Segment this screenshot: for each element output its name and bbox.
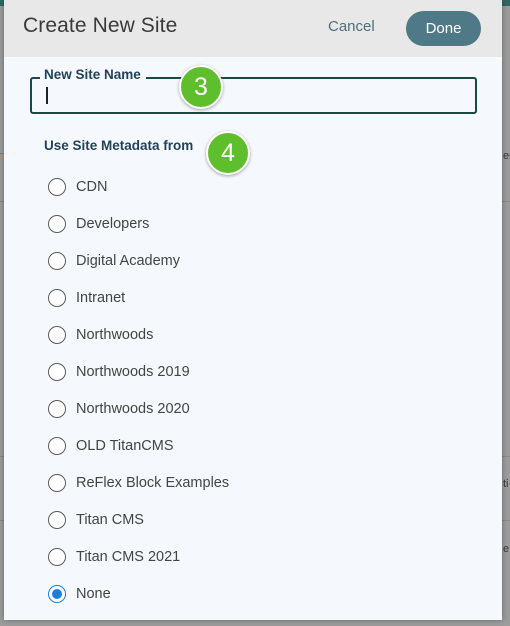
metadata-option[interactable]: Titan CMS [48, 501, 229, 538]
metadata-option[interactable]: OLD TitanCMS [48, 427, 229, 464]
radio-label: Intranet [76, 289, 126, 306]
metadata-option[interactable]: Northwoods [48, 316, 229, 353]
radio-label: Developers [76, 215, 150, 232]
dialog-title: Create New Site [23, 14, 178, 37]
radio-label: Northwoods [76, 326, 154, 343]
radio-label: Digital Academy [76, 252, 180, 269]
radio-button[interactable] [48, 251, 66, 270]
radio-button[interactable] [48, 288, 66, 307]
done-button[interactable]: Done [406, 11, 481, 46]
site-name-input[interactable] [34, 81, 480, 108]
background-text-fragment: ti [503, 478, 509, 490]
step-badge: 3 [179, 65, 223, 109]
background-accent-mark [0, 153, 3, 154]
cancel-button[interactable]: Cancel [328, 18, 375, 35]
radio-label: OLD TitanCMS [76, 437, 174, 454]
radio-label: Titan CMS [76, 511, 144, 528]
background-text-fragment: e [503, 543, 510, 555]
create-site-dialog: Create New Site Cancel Done New Site Nam… [4, 0, 502, 620]
text-cursor [46, 87, 48, 104]
radio-button[interactable] [48, 214, 66, 233]
metadata-source-radio-group: CDN Developers Digital Academy Intranet Nort… [48, 168, 229, 612]
radio-label: Northwoods 2020 [76, 400, 190, 417]
radio-label: ReFlex Block Examples [76, 474, 230, 491]
radio-label: Northwoods 2019 [76, 363, 190, 380]
radio-button[interactable] [48, 510, 66, 529]
metadata-option[interactable]: Northwoods 2020 [48, 390, 229, 427]
radio-button[interactable] [48, 325, 66, 344]
metadata-source-label: Use Site Metadata from [44, 138, 194, 153]
metadata-option[interactable]: Digital Academy [48, 242, 229, 279]
site-name-label: New Site Name [40, 67, 146, 82]
radio-label: None [76, 585, 111, 602]
metadata-option[interactable]: ReFlex Block Examples [48, 464, 229, 501]
radio-button[interactable] [48, 399, 66, 418]
radio-button[interactable] [48, 436, 66, 455]
metadata-option[interactable]: Northwoods 2019 [48, 353, 229, 390]
radio-button[interactable] [48, 473, 66, 492]
radio-button[interactable] [48, 547, 66, 566]
radio-button[interactable] [48, 362, 66, 381]
radio-label: Titan CMS 2021 [76, 548, 181, 565]
metadata-option[interactable]: Intranet [48, 279, 229, 316]
dialog-header: Create New Site Cancel Done [4, 0, 502, 57]
radio-label: CDN [76, 178, 108, 195]
radio-button[interactable] [48, 584, 66, 603]
radio-button[interactable] [48, 177, 66, 196]
metadata-option[interactable]: CDN [48, 168, 229, 205]
metadata-option[interactable]: Developers [48, 205, 229, 242]
metadata-option[interactable]: None [48, 575, 229, 612]
metadata-option[interactable]: Titan CMS 2021 [48, 538, 229, 575]
background-text-fragment: es [503, 150, 510, 162]
